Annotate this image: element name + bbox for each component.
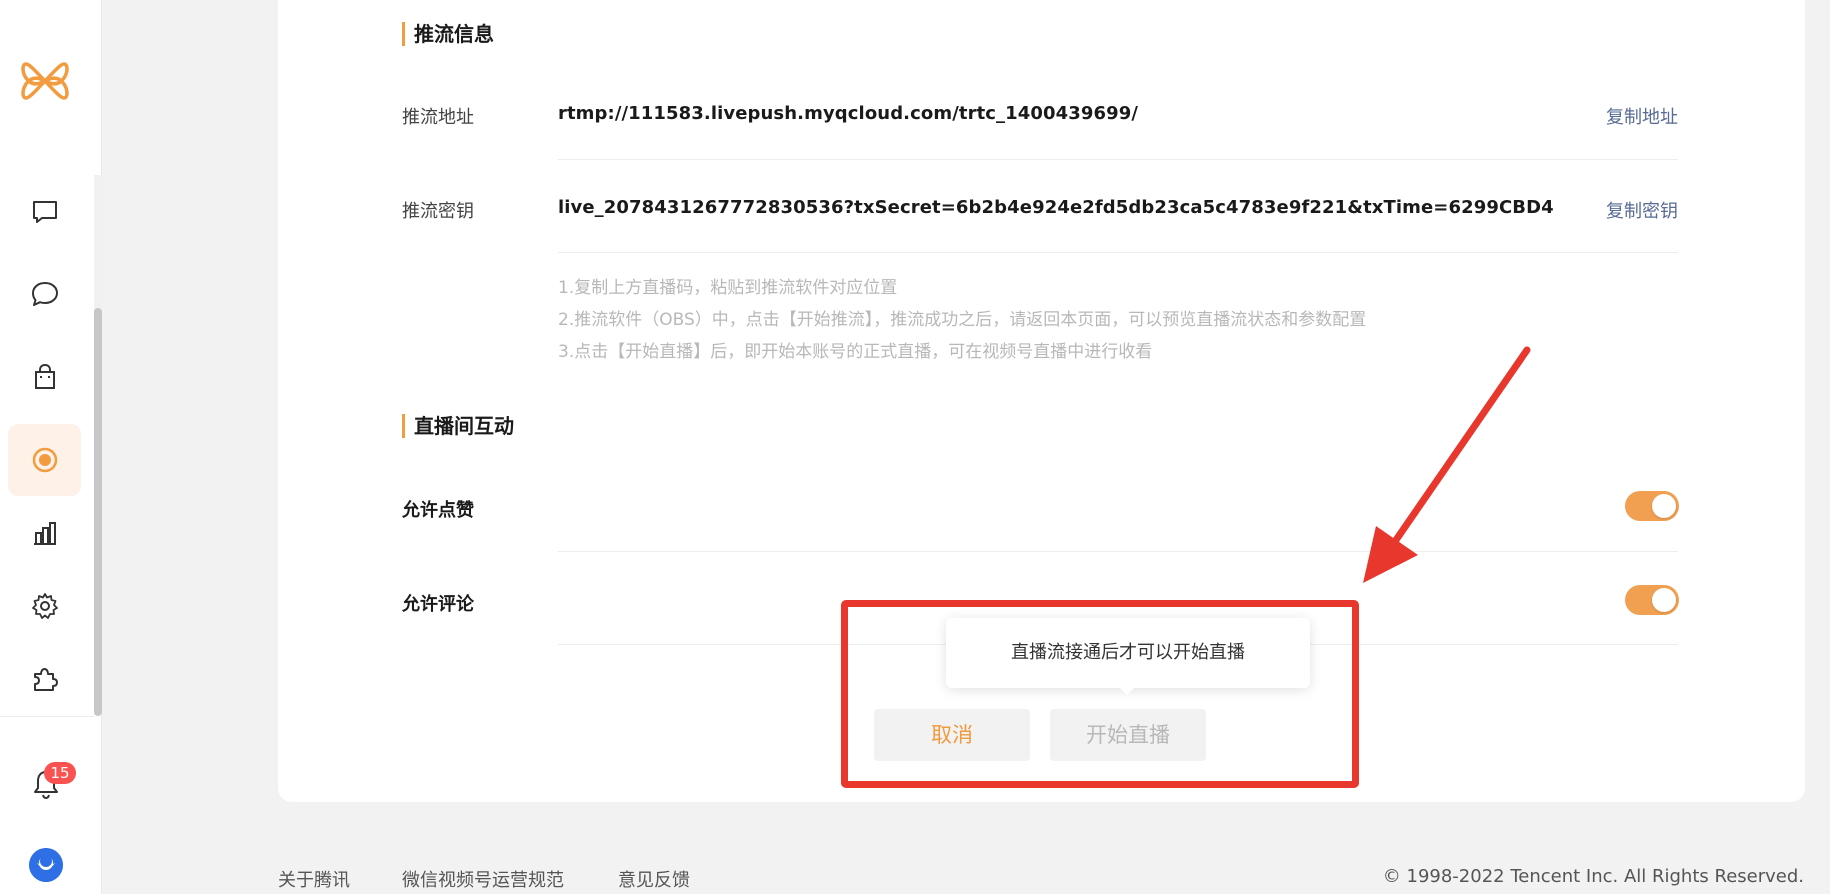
sidebar-scrollbar[interactable] [94,308,102,716]
bar-chart-icon [33,522,56,545]
gear-icon [31,593,58,619]
sidebar-item-plugins[interactable] [8,643,81,715]
sidebar-item-settings[interactable] [8,570,81,642]
puzzle-icon [33,668,58,691]
footer-link-about[interactable]: 关于腾讯 [278,866,350,892]
copyright-text: © 1998-2022 Tencent Inc. All Rights Rese… [1382,866,1804,887]
stream-address-label: 推流地址 [402,107,474,128]
stream-key-label: 推流密钥 [402,201,474,222]
stream-address-value: rtmp://111583.livepush.myqcloud.com/trtc… [558,103,1139,124]
sidebar-divider [0,716,94,717]
wechat-channels-logo-icon[interactable] [20,56,70,106]
chat-bubble-icon [31,282,58,306]
sidebar-item-shop[interactable] [8,341,81,413]
sidebar-item-data[interactable] [8,498,81,570]
copy-key-button[interactable]: 复制密钥 [1606,197,1678,223]
allow-like-label: 允许点赞 [402,500,474,521]
divider [558,252,1678,253]
divider [558,159,1678,160]
allow-comment-label: 允许评论 [402,594,474,615]
footer-link-feedback[interactable]: 意见反馈 [618,866,690,892]
avatar[interactable] [29,848,63,882]
sidebar: 15 [0,0,102,894]
allow-like-toggle[interactable] [1625,491,1679,521]
footer-link-guidelines[interactable]: 微信视频号运营规范 [402,866,564,892]
stream-key-value: live_207843126777283053​6?txSecret=6b2b4… [558,197,1554,218]
instruction-tip-1: 1.复制上方直播码，粘贴到推流软件对应位置 [558,278,898,298]
notification-badge: 15 [44,762,76,784]
comment-square-icon [32,201,57,223]
annotation-highlight-box [841,600,1359,788]
avatar-image [29,848,63,882]
sidebar-item-live[interactable] [8,424,81,496]
instruction-tip-3: 3.点击【开始直播】后，即开始本账号的正式直播，可在视频号直播中进行收看 [558,342,1153,362]
sidebar-item-message[interactable] [8,258,81,330]
live-record-icon [32,447,57,473]
divider [558,551,1678,552]
sidebar-item-comment[interactable] [8,176,81,248]
section-title-stream-info: 推流信息 [402,22,494,46]
instruction-tip-2: 2.推流软件（OBS）中，点击【开始推流】，推流成功之后，请返回本页面，可以预览… [558,310,1367,330]
section-title-interaction: 直播间互动 [402,414,514,438]
allow-comment-toggle[interactable] [1625,585,1679,615]
shopping-bag-icon [34,363,55,389]
copy-address-button[interactable]: 复制地址 [1606,103,1678,129]
